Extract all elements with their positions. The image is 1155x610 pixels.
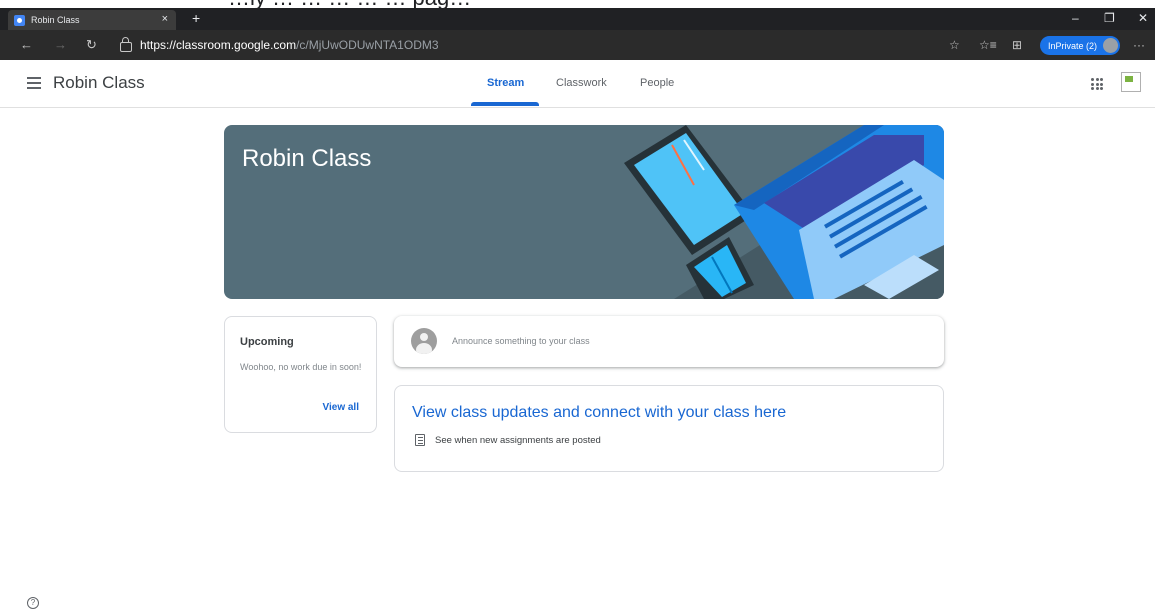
new-tab-button[interactable]: + xyxy=(192,10,200,26)
class-banner: Robin Class xyxy=(224,125,944,299)
cropped-top-text: …ly … … … … … pag… xyxy=(0,0,1155,9)
user-avatar xyxy=(411,328,437,354)
info-heading: View class updates and connect with your… xyxy=(412,404,787,421)
tab-title: Robin Class xyxy=(31,15,80,25)
announce-box[interactable]: Announce something to your class xyxy=(394,316,944,367)
classroom-header: Robin Class Stream Classwork People xyxy=(0,60,1155,108)
forward-icon[interactable]: → xyxy=(54,37,67,52)
browser-address-bar: ← → ↻ https://classroom.google.com/c/MjU… xyxy=(0,30,1155,60)
tab-people[interactable]: People xyxy=(640,77,674,89)
tab-classwork[interactable]: Classwork xyxy=(556,77,607,89)
refresh-icon[interactable]: ↻ xyxy=(86,37,97,53)
close-window-button[interactable]: ✕ xyxy=(1138,11,1148,25)
upcoming-text: Woohoo, no work due in soon! xyxy=(240,362,362,372)
collections-icon[interactable]: ⊞ xyxy=(1012,38,1022,52)
browser-tab[interactable]: Robin Class × xyxy=(8,10,176,30)
announce-placeholder: Announce something to your class xyxy=(452,336,590,346)
tab-stream[interactable]: Stream xyxy=(487,77,524,89)
url-field[interactable]: https://classroom.google.com/c/MjUwODUwN… xyxy=(112,34,1002,56)
tablet-icon xyxy=(624,125,754,255)
info-item-text: See when new assignments are posted xyxy=(435,435,601,446)
assignment-icon xyxy=(415,434,425,446)
browser-tab-bar: Robin Class × + – ❐ ✕ xyxy=(0,8,1155,30)
banner-illustration xyxy=(624,125,944,299)
upcoming-card: Upcoming Woohoo, no work due in soon! Vi… xyxy=(224,316,377,433)
close-tab-icon[interactable]: × xyxy=(162,13,168,25)
upcoming-title: Upcoming xyxy=(240,336,294,348)
url-text: https://classroom.google.com/c/MjUwODUwN… xyxy=(140,38,439,52)
back-icon[interactable]: ← xyxy=(20,37,33,52)
classroom-favicon-icon xyxy=(14,14,25,26)
help-icon[interactable]: ? xyxy=(27,597,39,609)
account-image[interactable] xyxy=(1121,72,1141,92)
class-title[interactable]: Robin Class xyxy=(53,73,145,93)
lock-icon xyxy=(120,37,132,52)
more-menu-icon[interactable]: ··· xyxy=(1133,38,1145,52)
restore-button[interactable]: ❐ xyxy=(1104,11,1115,25)
main-menu-icon[interactable] xyxy=(27,77,41,89)
minimize-button[interactable]: – xyxy=(1072,11,1079,25)
inprivate-badge[interactable]: InPrivate (2) xyxy=(1040,36,1120,55)
favorite-star-icon[interactable]: ☆ xyxy=(949,38,960,52)
stream-info-card: View class updates and connect with your… xyxy=(394,385,944,472)
google-apps-icon[interactable] xyxy=(1091,78,1103,90)
inprivate-label: InPrivate (2) xyxy=(1048,40,1098,51)
favorites-list-icon[interactable]: ☆≡ xyxy=(979,38,997,52)
profile-avatar xyxy=(1103,38,1118,53)
active-tab-indicator xyxy=(471,102,539,106)
view-all-link[interactable]: View all xyxy=(322,402,359,413)
